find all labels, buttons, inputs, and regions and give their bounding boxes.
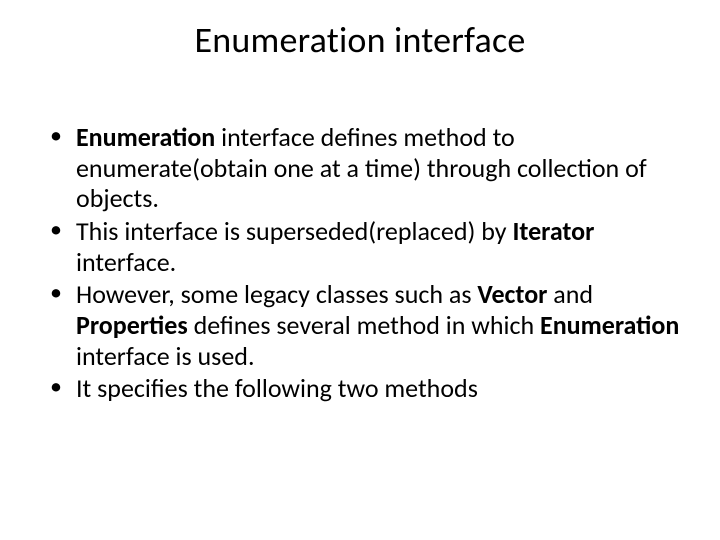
- bold-text: Enumeration: [540, 309, 679, 341]
- bullet-list: Enumeration interface defines method to …: [40, 122, 680, 404]
- text-run: This interface is superseded(replaced) b…: [76, 215, 512, 247]
- list-item: This interface is superseded(replaced) b…: [48, 216, 680, 277]
- text-run: and: [547, 278, 593, 310]
- text-run: defines several method in which: [188, 309, 540, 341]
- slide: Enumeration interface Enumeration interf…: [0, 0, 720, 540]
- text-run: However, some legacy classes such as: [76, 278, 477, 310]
- text-run: It specifies the following two methods: [76, 372, 478, 404]
- text-run: interface is used.: [76, 340, 255, 372]
- bold-text: Iterator: [512, 215, 594, 247]
- list-item: It specifies the following two methods: [48, 373, 680, 404]
- slide-title: Enumeration interface: [40, 18, 680, 62]
- text-run: interface.: [76, 246, 176, 278]
- bold-text: Enumeration: [76, 121, 215, 153]
- bold-text: Properties: [76, 309, 188, 341]
- list-item: However, some legacy classes such as Vec…: [48, 279, 680, 371]
- list-item: Enumeration interface defines method to …: [48, 122, 680, 214]
- bold-text: Vector: [477, 278, 547, 310]
